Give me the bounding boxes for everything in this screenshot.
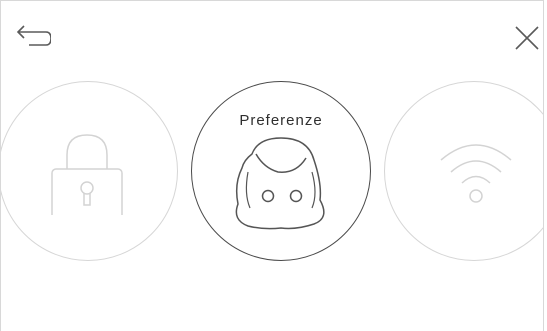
close-icon [515,26,539,50]
carousel-item-label: Preferenze [239,112,323,129]
settings-carousel: Preferenze [1,81,543,263]
carousel-item-network[interactable] [384,81,543,261]
carousel-item-preferences[interactable]: Preferenze [191,81,371,261]
close-button[interactable] [510,23,543,53]
back-arrow-icon [16,25,51,46]
carousel-item-security[interactable] [1,81,178,261]
settings-panel: Preferenze [0,0,544,331]
lock-icon [51,134,123,215]
wifi-icon [440,144,512,203]
back-button[interactable] [15,23,51,53]
face-icon [235,137,325,230]
